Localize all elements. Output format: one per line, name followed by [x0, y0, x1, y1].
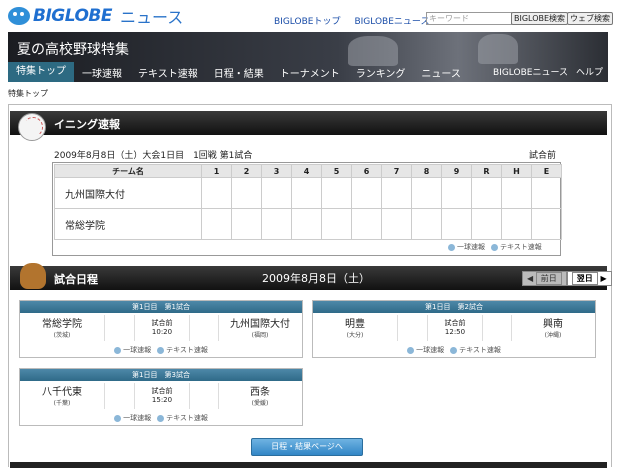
feature-banner: 夏の高校野球特集 特集トップ 一球速報 テキスト速報 日程・結果 トーナメント … [8, 32, 608, 82]
game-header: 第1日目 第3試合 [20, 369, 302, 381]
biglobe-logo[interactable]: BIGLOBE ニュース [8, 5, 183, 27]
ikkyu-link[interactable]: 一球速報 [114, 413, 151, 423]
col-inning-3: 3 [261, 164, 292, 178]
col-inning-9: 9 [441, 164, 472, 178]
col-team: チーム名 [54, 164, 202, 178]
inning-section-header: イニング速報 [10, 111, 607, 141]
text-sokuho-link[interactable]: テキスト速報 [157, 345, 208, 355]
col-inning-7: 7 [381, 164, 412, 178]
inning-links: 一球速報 テキスト速報 [448, 242, 542, 252]
nav-help[interactable]: ヘルプ [576, 65, 603, 78]
game-links: 一球速報 テキスト速報 [20, 345, 302, 355]
text-sokuho-link[interactable]: テキスト速報 [491, 242, 542, 252]
game-time: 試合前 15:20 [134, 383, 190, 409]
web-search-button[interactable]: ウェブ検索 [567, 12, 613, 25]
tab-tournament[interactable]: トーナメント [272, 65, 348, 80]
breadcrumb: 特集トップ [8, 89, 48, 98]
player-silhouette-image-2 [478, 34, 518, 64]
scoreboard-table: チーム名 1 2 3 4 5 6 7 8 9 R H E 九州国際大付 常総学院 [54, 164, 562, 240]
game-header: 第1日目 第1試合 [20, 301, 302, 313]
text-sokuho-link[interactable]: テキスト速報 [157, 413, 208, 423]
away-team[interactable]: 九州国際大付 (福岡) [218, 315, 302, 341]
link-biglobe-top[interactable]: BIGLOBEトップ [274, 14, 340, 27]
feature-title: 夏の高校野球特集 [17, 42, 129, 58]
game-status: 試合前 [529, 151, 557, 161]
game-header: 第1日目 第2試合 [313, 301, 595, 313]
team-name: 常総学院 [54, 208, 202, 240]
logo-text: BIGLOBE [33, 6, 113, 26]
game-card-1[interactable]: 第1日目 第1試合 常総学院 (茨城) 試合前 10:20 九州国際大付 (福岡) 一… [19, 300, 303, 358]
table-row: 常総学院 [54, 208, 562, 240]
game-time: 試合前 12:50 [427, 315, 483, 341]
game-info: 2009年8月8日（土）大会1日目 1回戦 第1試合 [54, 151, 253, 161]
top-links: BIGLOBEトップ BIGLOBEニュース [274, 14, 429, 27]
nav-biglobe-news[interactable]: BIGLOBEニュース [493, 65, 568, 78]
logo-sub: ニュース [120, 8, 184, 27]
game-links: 一球速報 テキスト速報 [20, 413, 302, 423]
col-inning-1: 1 [201, 164, 232, 178]
glove-icon [20, 263, 46, 289]
biglobe-search-button[interactable]: BIGLOBE検索 [511, 12, 569, 25]
away-team[interactable]: 興南 (沖縄) [511, 315, 595, 341]
away-team[interactable]: 西条 (愛媛) [218, 383, 302, 409]
bullet-icon [157, 414, 165, 422]
tab-feature-top[interactable]: 特集トップ [8, 62, 74, 82]
col-errors: E [531, 164, 562, 178]
link-biglobe-news[interactable]: BIGLOBEニュース [354, 14, 429, 27]
col-runs: R [471, 164, 502, 178]
game-card-2[interactable]: 第1日目 第2試合 明豊 (大分) 試合前 12:50 興南 (沖縄) 一球速報 テキ… [312, 300, 596, 358]
tab-news[interactable]: ニュース [413, 65, 469, 80]
bullet-icon [114, 414, 122, 422]
home-team[interactable]: 八千代東 (千葉) [20, 383, 104, 409]
prev-day-button[interactable]: ◀ 前日 [522, 271, 567, 286]
game-card-3[interactable]: 第1日目 第3試合 八千代東 (千葉) 試合前 15:20 西条 (愛媛) 一球速報 … [19, 368, 303, 426]
home-team[interactable]: 明豊 (大分) [313, 315, 397, 341]
schedule-results-button[interactable]: 日程・結果ページへ [251, 438, 363, 456]
col-hits: H [501, 164, 532, 178]
bullet-icon [448, 243, 455, 251]
col-inning-6: 6 [351, 164, 382, 178]
ikkyu-link[interactable]: 一球速報 [407, 345, 444, 355]
bottom-section-bar [10, 462, 607, 468]
baseball-icon [18, 113, 46, 141]
search-input[interactable]: キーワード [426, 12, 512, 25]
game-time: 試合前 10:20 [134, 315, 190, 341]
game-links: 一球速報 テキスト速報 [313, 345, 595, 355]
tab-ikkyu[interactable]: 一球速報 [74, 65, 130, 80]
ikkyu-link[interactable]: 一球速報 [448, 242, 485, 252]
bullet-icon [491, 243, 498, 251]
bullet-icon [407, 346, 415, 354]
col-inning-5: 5 [321, 164, 352, 178]
tab-schedule[interactable]: 日程・結果 [206, 65, 272, 80]
tab-text-sokuho[interactable]: テキスト速報 [130, 65, 206, 80]
bullet-icon [114, 346, 122, 354]
day-switcher: ◀ 前日 翌日 ▶ [522, 271, 612, 286]
bullet-icon [157, 346, 165, 354]
biglobe-mascot-icon [8, 7, 30, 25]
tab-ranking[interactable]: ランキング [348, 65, 414, 80]
table-row: 九州国際大付 [54, 177, 562, 209]
team-name: 九州国際大付 [54, 177, 202, 209]
schedule-title: 試合日程 [54, 273, 98, 286]
ikkyu-link[interactable]: 一球速報 [114, 345, 151, 355]
next-day-button[interactable]: 翌日 ▶ [566, 271, 612, 286]
col-inning-4: 4 [291, 164, 322, 178]
bullet-icon [450, 346, 458, 354]
schedule-date: 2009年8月8日（土） [262, 272, 370, 285]
col-inning-8: 8 [411, 164, 442, 178]
inning-title: イニング速報 [54, 118, 120, 131]
text-sokuho-link[interactable]: テキスト速報 [450, 345, 501, 355]
col-inning-2: 2 [231, 164, 262, 178]
home-team[interactable]: 常総学院 (茨城) [20, 315, 104, 341]
